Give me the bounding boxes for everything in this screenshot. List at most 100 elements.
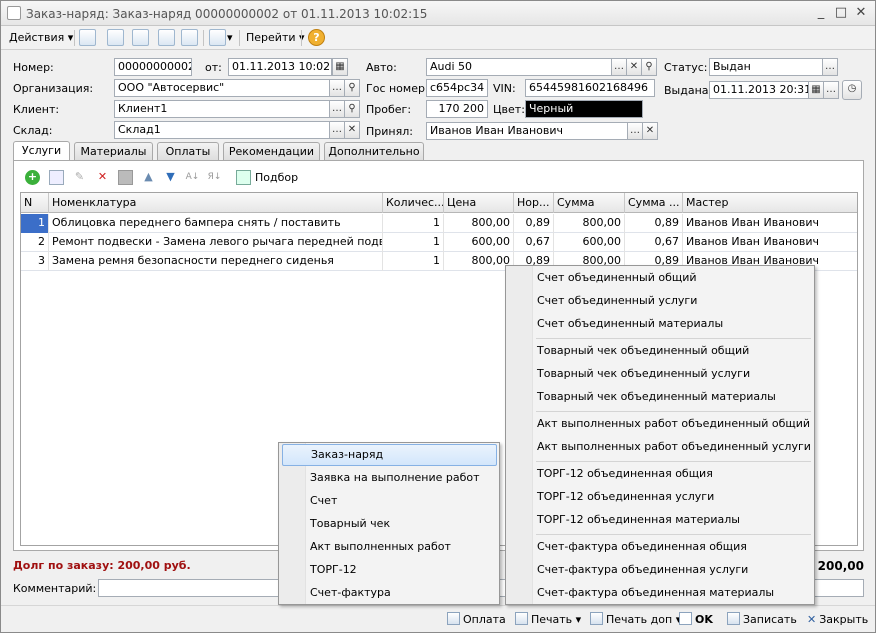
close-button[interactable]: ✕ Закрыть bbox=[807, 612, 868, 628]
tab-services[interactable]: Услуги bbox=[13, 141, 70, 160]
menu-item[interactable]: Заказ-наряд bbox=[282, 444, 497, 466]
refresh-icon[interactable] bbox=[107, 29, 124, 46]
close-label: Закрыть bbox=[819, 613, 869, 626]
table-row[interactable]: 1 Облицовка переднего бампера снять / по… bbox=[21, 214, 857, 233]
status-field[interactable]: Выдан bbox=[709, 58, 823, 76]
menu-item[interactable]: ТОРГ-12 bbox=[282, 559, 357, 581]
vin-field[interactable]: 65445981602168496 bbox=[525, 79, 655, 97]
number-field[interactable]: 00000000002 bbox=[114, 58, 192, 76]
col-quantity[interactable]: Количес... bbox=[383, 193, 444, 213]
post-icon[interactable] bbox=[181, 29, 198, 46]
chevron-down-icon[interactable]: ▾ bbox=[227, 29, 233, 47]
issued-field[interactable]: 01.11.2013 20:31 bbox=[709, 81, 809, 99]
print-button[interactable]: Печать ▾ bbox=[515, 612, 581, 628]
move-down-icon[interactable]: ▼ bbox=[163, 170, 178, 185]
select-button[interactable]: … bbox=[329, 121, 345, 139]
clock-icon[interactable]: ◷ bbox=[842, 80, 862, 100]
menu-item[interactable]: Счет-фактура объединенная общия bbox=[509, 536, 747, 558]
menu-item[interactable]: Счет объединенный материалы bbox=[509, 313, 723, 335]
add-icon[interactable]: + bbox=[25, 170, 40, 185]
edit-icon[interactable]: ✎ bbox=[72, 170, 87, 185]
select-button[interactable]: … bbox=[329, 79, 345, 97]
search-icon[interactable]: ⚲ bbox=[344, 100, 360, 118]
clear-icon[interactable]: ✕ bbox=[626, 58, 642, 76]
menu-item[interactable]: Счет-фактура объединенная услуги bbox=[509, 559, 748, 581]
select-button[interactable]: … bbox=[822, 58, 838, 76]
select-button[interactable]: … bbox=[627, 122, 643, 140]
print-extra-button[interactable]: Печать доп ▾ bbox=[590, 612, 681, 628]
copy-icon[interactable] bbox=[49, 170, 64, 185]
menu-item[interactable]: Акт выполненных работ bbox=[282, 536, 451, 558]
search-icon[interactable]: ⚲ bbox=[641, 58, 657, 76]
menu-item[interactable]: Заявка на выполнение работ bbox=[282, 467, 480, 489]
maximize-icon[interactable]: □ bbox=[833, 5, 849, 20]
menu-item[interactable]: Акт выполненных работ объединенный услуг… bbox=[509, 436, 811, 458]
plate-field[interactable]: с654рс34 bbox=[426, 79, 488, 97]
clear-icon[interactable]: ✕ bbox=[642, 122, 658, 140]
menu-item[interactable]: Счет-фактура объединенная материалы bbox=[509, 582, 774, 604]
select-button[interactable]: … bbox=[329, 100, 345, 118]
col-nomenclature[interactable]: Номенклатура bbox=[49, 193, 383, 213]
col-sum2[interactable]: Сумма ... bbox=[625, 193, 683, 213]
minimize-icon[interactable]: _ bbox=[813, 5, 829, 20]
tab-recommendations[interactable]: Рекомендации bbox=[223, 142, 320, 160]
pick-icon[interactable] bbox=[236, 170, 251, 185]
menu-item[interactable]: ТОРГ-12 объединенная материалы bbox=[509, 509, 740, 531]
menu-item[interactable]: Товарный чек объединенный материалы bbox=[509, 386, 776, 408]
menu-item[interactable]: Счет-фактура bbox=[282, 582, 391, 604]
tab-materials[interactable]: Материалы bbox=[74, 142, 153, 160]
col-master[interactable]: Мастер bbox=[683, 193, 857, 213]
structure-icon[interactable] bbox=[132, 29, 149, 46]
org-field[interactable]: ООО "Автосервис" bbox=[114, 79, 330, 97]
document-icon[interactable] bbox=[158, 29, 175, 46]
warehouse-field[interactable]: Склад1 bbox=[114, 121, 330, 139]
issued-label: Выдана: bbox=[664, 84, 713, 97]
tab-payments[interactable]: Оплаты bbox=[157, 142, 219, 160]
back-icon[interactable] bbox=[79, 29, 96, 46]
col-price[interactable]: Цена bbox=[444, 193, 514, 213]
pick-button[interactable]: Подбор bbox=[255, 171, 298, 184]
ok-button[interactable]: OK bbox=[679, 612, 713, 628]
clear-icon[interactable]: ✕ bbox=[344, 121, 360, 139]
help-icon[interactable]: ? bbox=[308, 29, 325, 46]
end-edit-icon[interactable] bbox=[118, 170, 133, 185]
sort-desc-icon[interactable]: Я↓ bbox=[207, 170, 222, 185]
menu-item[interactable]: Счет объединенный общий bbox=[509, 267, 697, 289]
calendar-icon[interactable]: ▦ bbox=[808, 81, 824, 99]
menu-item[interactable]: ТОРГ-12 объединенная услуги bbox=[509, 486, 714, 508]
menu-item[interactable]: Товарный чек объединенный общий bbox=[509, 340, 749, 362]
menu-item[interactable]: Товарный чек bbox=[282, 513, 390, 535]
select-button[interactable]: … bbox=[611, 58, 627, 76]
actions-menu[interactable]: Действия ▾ bbox=[9, 29, 73, 47]
col-sum[interactable]: Сумма bbox=[554, 193, 625, 213]
col-norm[interactable]: Нор... bbox=[514, 193, 554, 213]
order-window: Заказ-наряд: Заказ-наряд 00000000002 от … bbox=[0, 0, 876, 633]
auto-field[interactable]: Audi 50 bbox=[426, 58, 612, 76]
close-window-icon[interactable]: ✕ bbox=[853, 5, 869, 20]
table-row[interactable]: 2 Ремонт подвески - Замена левого рычага… bbox=[21, 233, 857, 252]
calendar-icon[interactable]: ▦ bbox=[332, 58, 348, 76]
movements-icon[interactable] bbox=[209, 29, 226, 46]
print-extra-menu: Счет объединенный общий Счет объединенны… bbox=[505, 265, 815, 605]
save-button[interactable]: Записать bbox=[727, 612, 797, 628]
move-up-icon[interactable]: ▲ bbox=[141, 170, 156, 185]
color-field[interactable]: Черный bbox=[525, 100, 643, 118]
menu-item[interactable]: ТОРГ-12 объединенная общия bbox=[509, 463, 713, 485]
goto-menu[interactable]: Перейти ▾ bbox=[246, 29, 305, 47]
payment-button[interactable]: Оплата bbox=[447, 612, 506, 628]
sort-asc-icon[interactable]: A↓ bbox=[185, 170, 200, 185]
accepted-field[interactable]: Иванов Иван Иванович bbox=[426, 122, 628, 140]
menu-item[interactable]: Счет bbox=[282, 490, 337, 512]
client-field[interactable]: Клиент1 bbox=[114, 100, 330, 118]
menu-item[interactable]: Акт выполненных работ объединенный общий bbox=[509, 413, 810, 435]
select-button[interactable]: … bbox=[823, 81, 839, 99]
payment-icon bbox=[447, 612, 460, 625]
menu-item[interactable]: Товарный чек объединенный услуги bbox=[509, 363, 750, 385]
delete-icon[interactable]: ✕ bbox=[95, 170, 110, 185]
search-icon[interactable]: ⚲ bbox=[344, 79, 360, 97]
tab-additional[interactable]: Дополнительно bbox=[324, 142, 424, 160]
menu-item[interactable]: Счет объединенный услуги bbox=[509, 290, 697, 312]
mileage-field[interactable]: 170 200 bbox=[426, 100, 488, 118]
date-field[interactable]: 01.11.2013 10:02:15 bbox=[228, 58, 332, 76]
col-n[interactable]: N bbox=[21, 193, 49, 213]
